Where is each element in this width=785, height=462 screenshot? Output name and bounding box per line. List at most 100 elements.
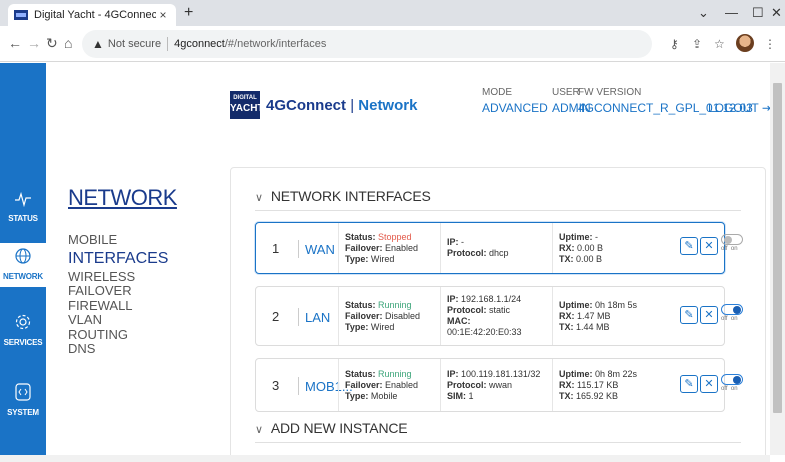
toggle-track[interactable] (721, 304, 743, 315)
ip-label: IP: (447, 294, 459, 304)
browser-tab[interactable]: Digital Yacht - 4GConnect × (8, 4, 176, 26)
interface-name: WAN (298, 240, 335, 258)
subnav-item-wireless[interactable]: WIRELESS (68, 269, 188, 285)
interface-card-lan[interactable]: 2 LAN Status: Running Failover: Disabled… (255, 286, 725, 346)
delete-x-icon[interactable]: ✕ (700, 237, 718, 255)
interface-toggle-lan[interactable]: off on (721, 304, 747, 322)
rx-value: 115.17 KB (577, 379, 619, 390)
horizontal-scrollbar[interactable] (0, 455, 770, 462)
tab-close-icon[interactable]: × (156, 8, 170, 22)
profile-avatar[interactable] (736, 34, 754, 52)
subnav-item-mobile[interactable]: MOBILE (68, 232, 188, 248)
page-title: 4GConnect | Network (266, 97, 418, 114)
interface-toggle-mob1[interactable]: off on (721, 374, 747, 392)
bookmark-star-icon[interactable]: ☆ (714, 37, 725, 51)
delete-x-icon[interactable]: ✕ (700, 306, 718, 324)
interface-card-wan[interactable]: 1 WAN Status: Stopped Failover: Enabled … (255, 222, 725, 274)
sidebar: STATUS NETWORK SERVICES SYSTEM (0, 63, 46, 455)
subnav-item-dns[interactable]: DNS (68, 341, 188, 357)
edit-pencil-icon[interactable]: ✎ (680, 375, 698, 393)
sidebar-item-system[interactable]: SYSTEM (0, 381, 46, 421)
divider (255, 442, 741, 443)
back-arrow-icon[interactable]: ← (8, 35, 22, 51)
status-label: Status: (345, 299, 376, 310)
failover-value: Disabled (385, 310, 421, 321)
chevron-down-icon: ∨ (255, 192, 263, 204)
interface-ip-col: IP: 100.119.181.131/32 Protocol: wwan SI… (440, 359, 548, 411)
toggle-off-label: off (721, 386, 728, 392)
maximize-icon[interactable]: ☐ (752, 5, 764, 21)
not-secure-label[interactable]: Not secure (108, 38, 161, 50)
tx-label: TX: (559, 390, 574, 401)
rx-value: 0.00 B (577, 242, 604, 253)
minimize-icon[interactable]: — (725, 5, 738, 20)
url-path[interactable]: /#/network/interfaces (225, 38, 327, 50)
interface-card-mob1[interactable]: 3 MOB1... Status: Running Failover: Enab… (255, 358, 725, 412)
mode-info: MODE ADVANCED (482, 87, 548, 115)
edit-pencil-icon[interactable]: ✎ (680, 237, 698, 255)
close-window-icon[interactable]: ✕ (771, 5, 782, 21)
subnav-item-routing[interactable]: ROUTING (68, 327, 188, 343)
address-bar[interactable]: ▲ Not secure 4gconnect /#/network/interf… (82, 30, 652, 58)
interface-index: 1 (272, 240, 280, 256)
interface-index: 3 (272, 377, 280, 393)
menu-kebab-icon[interactable]: ⋮ (764, 37, 776, 51)
ip-label: IP: (447, 368, 459, 379)
share-icon[interactable]: ⇪ (692, 37, 702, 51)
url-host[interactable]: 4gconnect (174, 38, 225, 50)
tx-value: 1.44 MB (576, 321, 610, 332)
sidebar-item-services[interactable]: SERVICES (0, 311, 46, 351)
toggle-track[interactable] (721, 234, 743, 245)
toggle-labels: off on (721, 246, 747, 252)
subnav-item-vlan[interactable]: VLAN (68, 312, 188, 328)
toggle-track[interactable] (721, 374, 743, 385)
status-value: Running (378, 368, 412, 379)
product-name: 4GConnect (266, 97, 347, 114)
failover-label: Failover: (345, 310, 383, 321)
toggle-knob (733, 306, 741, 314)
status-value: Running (378, 299, 412, 310)
subnav-item-interfaces[interactable]: INTERFACES (68, 248, 188, 270)
toggle-knob (733, 376, 741, 384)
uptime-value: 0h 8m 22s (595, 368, 638, 379)
interface-ip-col: IP: 192.168.1.1/24 Protocol: static MAC:… (440, 287, 548, 345)
reload-icon[interactable]: ↻ (46, 35, 58, 52)
sim-value: 1 (468, 390, 474, 401)
forward-arrow-icon[interactable]: → (27, 35, 41, 51)
warning-triangle-icon[interactable]: ▲ (92, 37, 104, 51)
network-nav-title[interactable]: NETWORK (68, 185, 177, 211)
uptime-value: 0h 18m 5s (595, 299, 638, 310)
type-value: Mobile (370, 390, 398, 401)
fw-label: FW VERSION (578, 87, 642, 98)
page-content: STATUS NETWORK SERVICES SYSTEM DIGITAL Y… (0, 63, 770, 455)
delete-x-icon[interactable]: ✕ (700, 375, 718, 393)
sidebar-item-network[interactable]: NETWORK (0, 243, 46, 287)
toggle-on-label: on (730, 386, 738, 392)
status-label: Status: (345, 368, 376, 379)
divider (167, 37, 169, 51)
failover-label: Failover: (345, 242, 383, 253)
home-icon[interactable]: ⌂ (64, 35, 72, 51)
new-tab-button[interactable]: + (184, 4, 193, 22)
sidebar-label: STATUS (8, 214, 38, 223)
edit-pencil-icon[interactable]: ✎ (680, 306, 698, 324)
tab-search-chevron-icon[interactable]: ⌄ (698, 5, 709, 21)
key-icon[interactable]: ⚷ (670, 37, 679, 51)
interface-index: 2 (272, 308, 280, 324)
interface-status-col: Status: Running Failover: Disabled Type:… (338, 287, 438, 345)
add-new-instance-header[interactable]: ∨ ADD NEW INSTANCE (255, 420, 408, 436)
logout-button[interactable]: LOGOUT ⇥ (708, 101, 770, 115)
subnav-item-firewall[interactable]: FIREWALL (68, 298, 188, 314)
scrollbar-thumb[interactable] (773, 83, 782, 413)
toggle-on-label: on (730, 246, 738, 252)
sidebar-item-status[interactable]: STATUS (0, 189, 46, 225)
toggle-off-label: off (721, 316, 728, 322)
pulse-icon (0, 191, 46, 212)
interface-toggle-wan[interactable]: off on (721, 234, 747, 252)
protocol-label: Protocol: (447, 248, 487, 258)
app-header: DIGITAL YACHT 4GConnect | Network MODE A… (230, 87, 770, 127)
sim-label: SIM: (447, 390, 466, 401)
subnav-item-failover[interactable]: FAILOVER (68, 283, 188, 299)
network-interfaces-header[interactable]: ∨ NETWORK INTERFACES (255, 188, 431, 204)
mac-value: 00:1E:42:20:E0:33 (447, 327, 522, 337)
